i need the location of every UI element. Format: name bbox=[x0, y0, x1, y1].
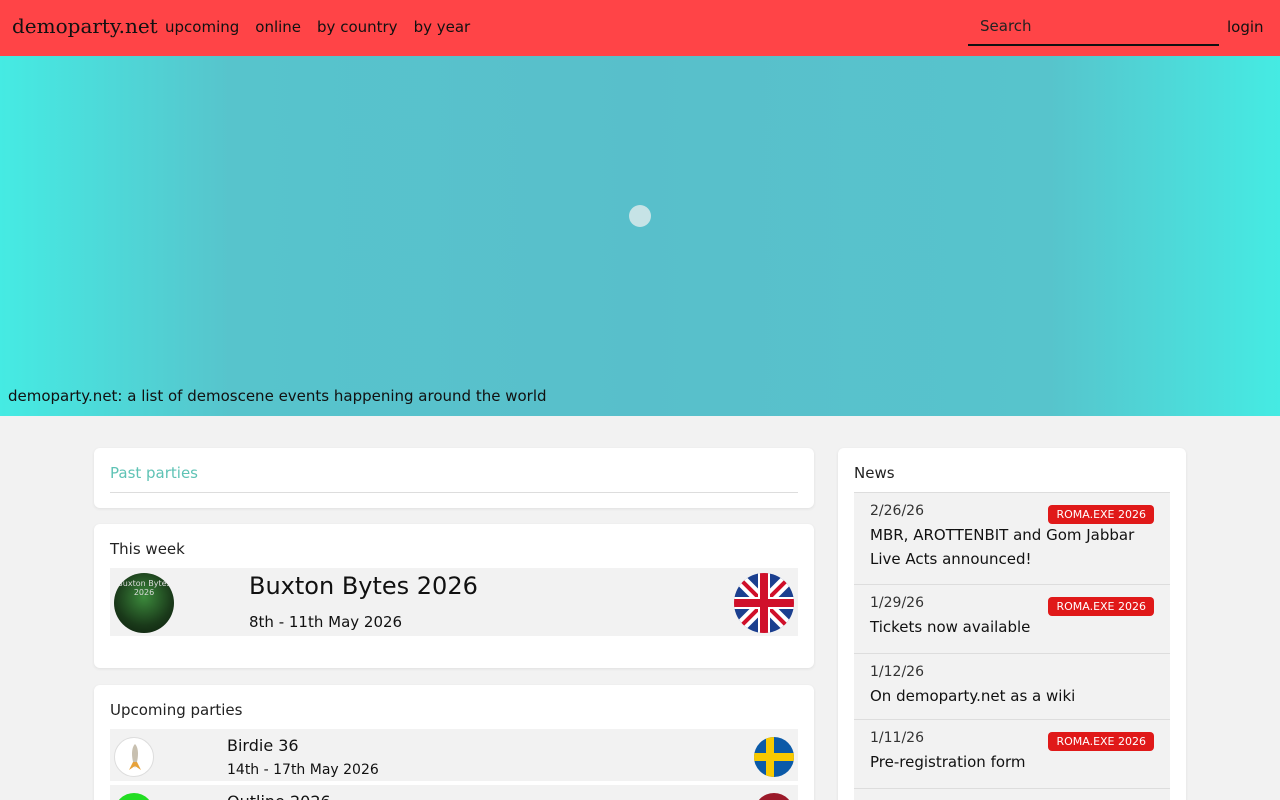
site-logo[interactable]: demoparty.net bbox=[12, 14, 158, 38]
news-item[interactable]: 1/11/26 ROMA.EXE 2026 Pre-registration f… bbox=[854, 720, 1170, 789]
nav-online[interactable]: online bbox=[255, 18, 301, 36]
news-heading: News bbox=[854, 464, 895, 482]
party-name[interactable]: Outline 2026 bbox=[227, 792, 331, 800]
loading-dot-icon bbox=[629, 205, 651, 227]
news-list: 2/26/26 ROMA.EXE 2026 MBR, AROTTENBIT an… bbox=[854, 492, 1170, 800]
party-name[interactable]: Buxton Bytes 2026 bbox=[249, 572, 478, 600]
party-logo bbox=[114, 737, 154, 777]
news-title[interactable]: Tickets now available bbox=[870, 615, 1154, 647]
nav-upcoming[interactable]: upcoming bbox=[165, 18, 239, 36]
divider bbox=[110, 492, 798, 493]
news-item[interactable]: 2/26/26 ROMA.EXE 2026 MBR, AROTTENBIT an… bbox=[854, 492, 1170, 585]
party-name[interactable]: Birdie 36 bbox=[227, 736, 299, 755]
party-logo bbox=[114, 793, 154, 800]
login-link[interactable]: login bbox=[1227, 18, 1264, 36]
united-kingdom-flag-icon bbox=[734, 573, 794, 633]
this-week-heading: This week bbox=[110, 540, 185, 558]
party-logo-text: Buxton Bytes 2026 bbox=[117, 579, 171, 597]
upcoming-parties-card: Upcoming parties Birdie 36 14th - 17th M… bbox=[94, 685, 814, 800]
main-nav: upcoming online by country by year bbox=[165, 18, 470, 36]
hero-banner: demoparty.net: a list of demoscene event… bbox=[0, 56, 1280, 416]
news-title[interactable]: MBR, AROTTENBIT and Gom Jabbar Live Acts… bbox=[870, 523, 1154, 579]
upcoming-heading: Upcoming parties bbox=[110, 701, 243, 719]
party-badge[interactable]: ROMA.EXE 2026 bbox=[1048, 732, 1154, 751]
news-title[interactable]: On demoparty.net as a wiki bbox=[870, 684, 1154, 716]
past-parties-card: Past parties bbox=[94, 448, 814, 508]
past-parties-link[interactable]: Past parties bbox=[94, 448, 814, 492]
hero-caption: demoparty.net: a list of demoscene event… bbox=[8, 387, 547, 405]
nav-by-year[interactable]: by year bbox=[414, 18, 471, 36]
top-bar: demoparty.net upcoming online by country… bbox=[0, 0, 1280, 56]
netherlands-flag-icon bbox=[754, 793, 794, 800]
party-logo: Buxton Bytes 2026 bbox=[114, 573, 174, 633]
party-badge[interactable]: ROMA.EXE 2026 bbox=[1048, 597, 1154, 616]
news-item[interactable]: 1/12/26 On demoparty.net as a wiki bbox=[854, 654, 1170, 720]
party-badge[interactable]: ROMA.EXE 2026 bbox=[1048, 505, 1154, 524]
news-date: 1/12/26 bbox=[870, 664, 924, 680]
nav-by-country[interactable]: by country bbox=[317, 18, 398, 36]
this-week-card: This week Buxton Bytes 2026 Buxton Bytes… bbox=[94, 524, 814, 668]
news-item[interactable] bbox=[854, 789, 1170, 800]
party-row[interactable]: Buxton Bytes 2026 Buxton Bytes 2026 8th … bbox=[110, 568, 798, 636]
party-row[interactable]: Birdie 36 14th - 17th May 2026 bbox=[110, 729, 798, 781]
search-input[interactable] bbox=[968, 8, 1219, 46]
party-dates: 8th - 11th May 2026 bbox=[249, 613, 403, 631]
news-item[interactable]: 1/29/26 ROMA.EXE 2026 Tickets now availa… bbox=[854, 585, 1170, 654]
party-row[interactable]: Outline 2026 bbox=[110, 785, 798, 800]
news-card: News 2/26/26 ROMA.EXE 2026 MBR, AROTTENB… bbox=[838, 448, 1186, 800]
news-title[interactable]: Pre-registration form bbox=[870, 750, 1154, 782]
party-dates: 14th - 17th May 2026 bbox=[227, 762, 379, 778]
sweden-flag-icon bbox=[754, 737, 794, 777]
